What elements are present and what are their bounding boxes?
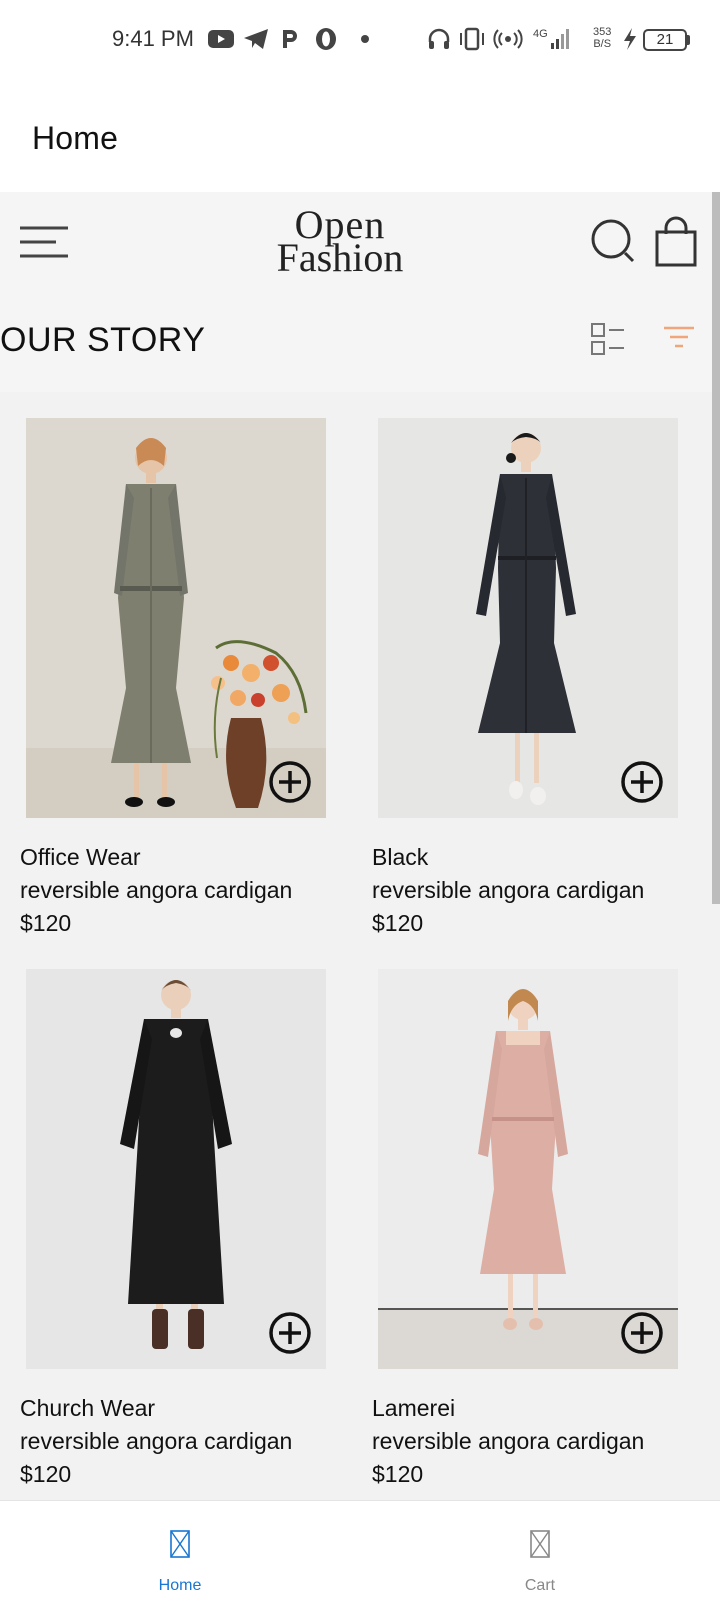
logo-line2: Fashion (276, 235, 404, 280)
app-header: Home (0, 80, 720, 192)
network-speed-unit: B/S (593, 38, 612, 50)
menu-icon[interactable] (18, 224, 70, 260)
status-bar: 9:41 PM 4G 353 B/S 21 (0, 0, 720, 80)
product-name: Black (372, 844, 429, 870)
product-image[interactable] (378, 969, 678, 1369)
product-description: reversible angora cardigan (372, 1428, 645, 1454)
battery-level: 21 (656, 31, 674, 48)
cart-icon (525, 1525, 555, 1563)
hotspot-icon (493, 26, 523, 52)
product-price: $120 (372, 910, 424, 936)
product-description: reversible angora cardigan (20, 877, 293, 903)
list-view-icon[interactable] (590, 322, 626, 356)
add-to-cart-button[interactable] (268, 1311, 312, 1355)
shopping-bag-icon[interactable] (654, 216, 698, 268)
product-description: reversible angora cardigan (372, 877, 645, 903)
content-area: Open Fashion OUR STORY Office Wear rever… (0, 192, 720, 1500)
product-price: $120 (372, 1461, 424, 1487)
search-icon[interactable] (590, 218, 638, 266)
product-description: reversible angora cardigan (20, 1428, 293, 1454)
product-image[interactable] (26, 418, 326, 818)
charging-icon (622, 26, 638, 52)
product-image[interactable] (26, 969, 326, 1369)
telegram-icon (243, 26, 269, 52)
product-name: Church Wear (20, 1395, 156, 1421)
nav-cart[interactable]: Cart (360, 1501, 720, 1599)
home-icon (165, 1525, 195, 1563)
vibrate-icon (457, 26, 487, 52)
product-price: $120 (20, 910, 72, 936)
product-image[interactable] (378, 418, 678, 818)
nav-home[interactable]: Home (0, 1501, 360, 1599)
opera-icon (314, 26, 338, 52)
network-speed-value: 353 (593, 26, 612, 38)
network-type-text: 4G (533, 28, 548, 40)
signal-icon: 4G (533, 26, 573, 52)
youtube-icon (208, 26, 234, 52)
nav-home-label: Home (158, 1577, 202, 1594)
add-to-cart-button[interactable] (620, 760, 664, 804)
scrollbar[interactable] (712, 192, 720, 904)
page-title: Home (32, 120, 119, 156)
nav-cart-label: Cart (524, 1577, 556, 1594)
store-topbar: Open Fashion OUR STORY (0, 192, 720, 392)
battery-icon: 21 (643, 29, 687, 51)
battery-tip (686, 35, 690, 45)
logo[interactable]: Open Fashion (250, 205, 430, 280)
network-speed: 353 B/S (593, 26, 611, 50)
dot-icon (360, 26, 370, 52)
status-time: 9:41 PM (112, 26, 194, 51)
p-app-icon (280, 26, 300, 52)
bottom-navigation: Home Cart (0, 1500, 720, 1599)
product-price: $120 (20, 1461, 72, 1487)
section-title: OUR STORY (0, 321, 206, 359)
product-name: Office Wear (20, 844, 141, 870)
headphones-icon (427, 26, 451, 52)
product-name: Lamerei (372, 1395, 456, 1421)
filter-icon[interactable] (662, 324, 696, 352)
add-to-cart-button[interactable] (268, 760, 312, 804)
add-to-cart-button[interactable] (620, 1311, 664, 1355)
